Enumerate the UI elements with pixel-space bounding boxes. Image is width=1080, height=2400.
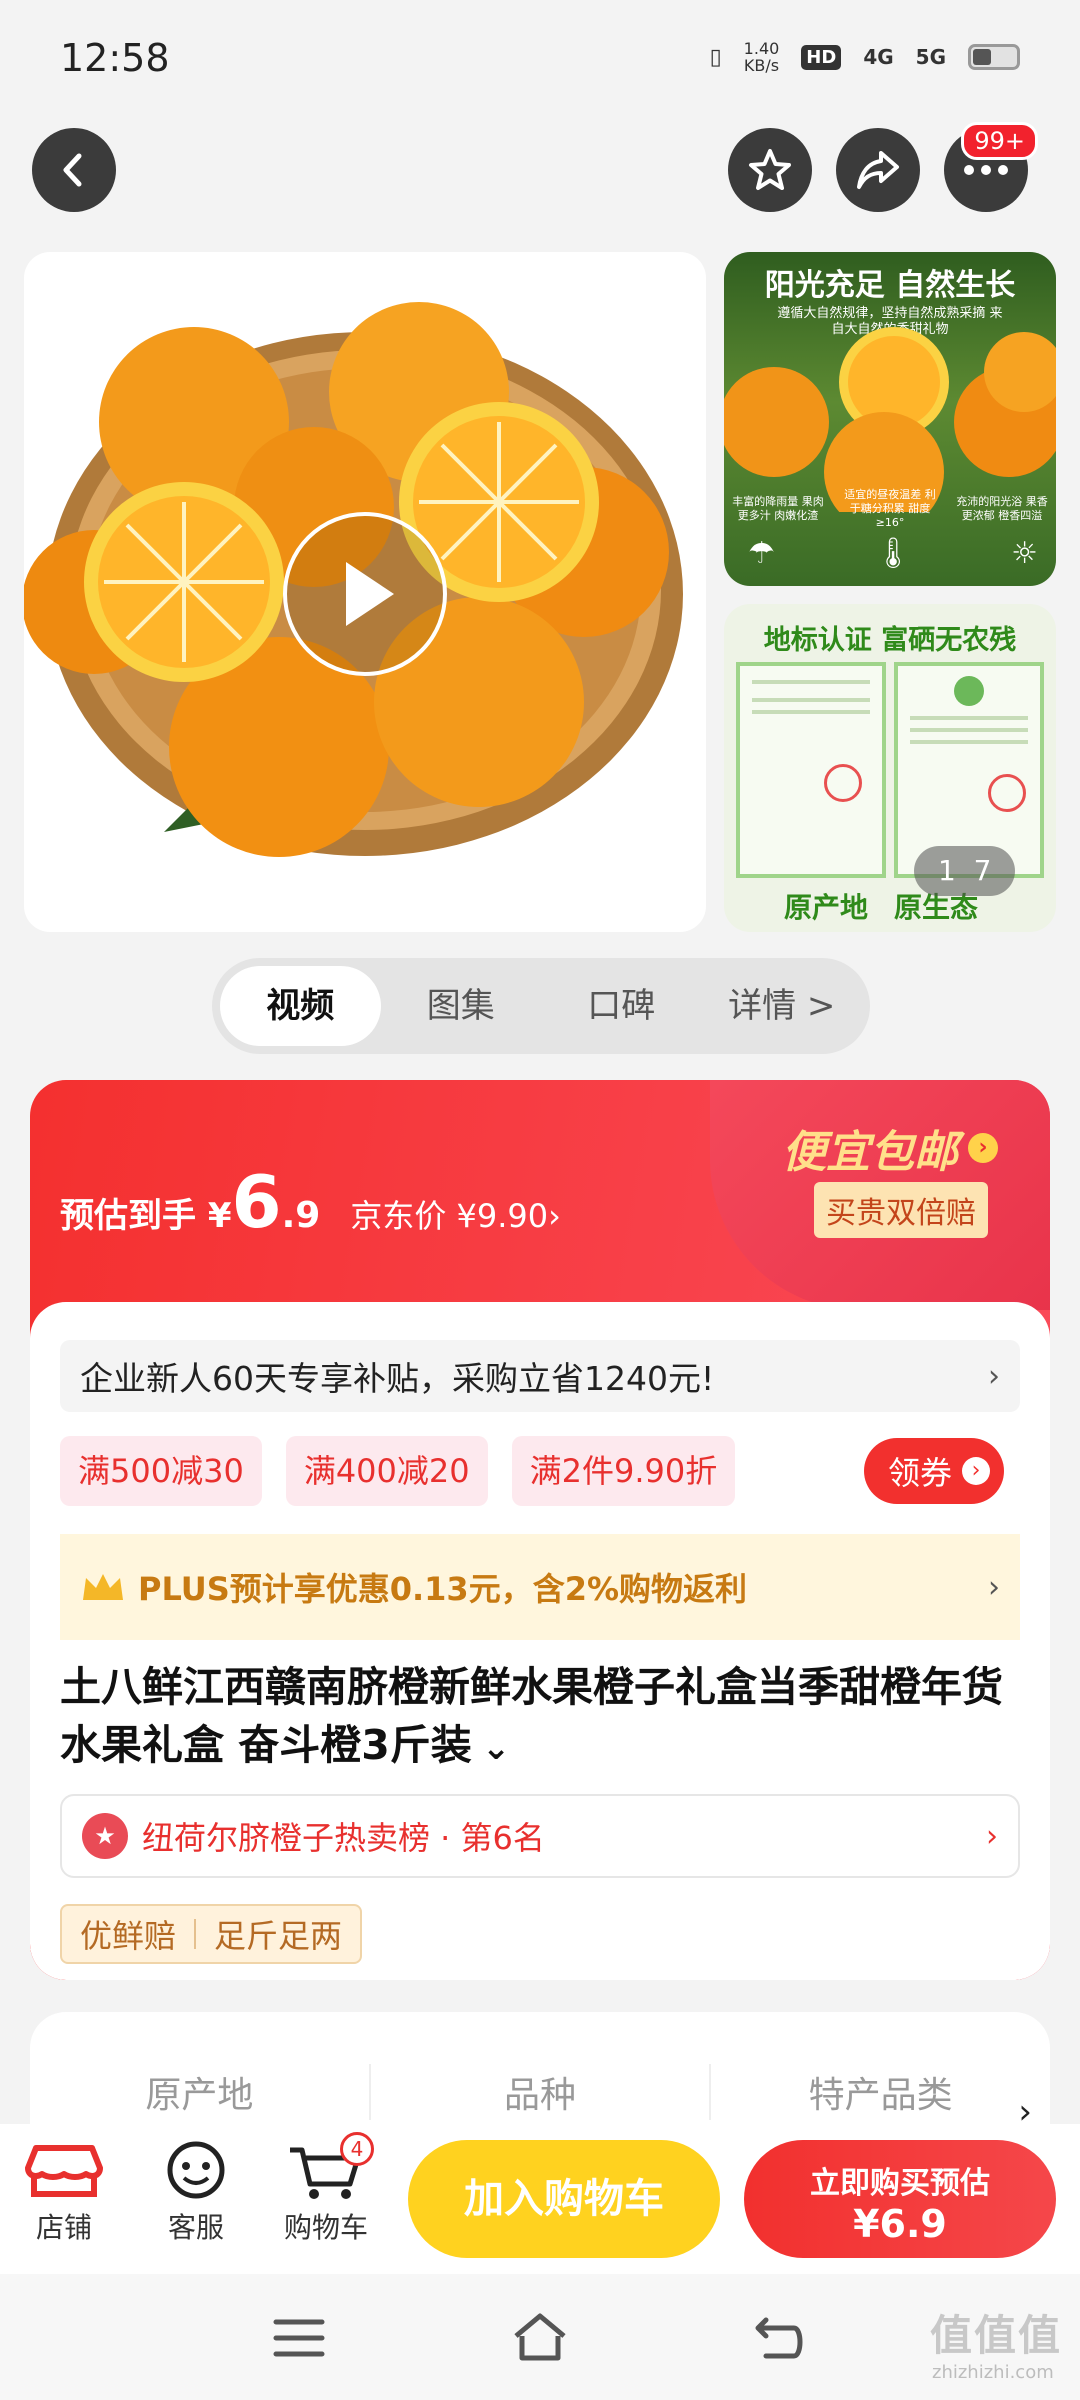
service-tags: 优鲜赔 足斤足两 (60, 1904, 363, 1964)
hd-icon: HD (801, 44, 842, 70)
spec-panel: 原产地 品种 特产品类 › (30, 2012, 1050, 2132)
thermometer-icon: 🌡 (873, 536, 913, 571)
chevron-right-icon: › (986, 1818, 998, 1854)
network-speed: 1.40 KB/s (743, 39, 780, 75)
plus-benefit-banner[interactable]: PLUS预计享优惠0.13元，含2%购物返利 › (60, 1534, 1020, 1640)
status-icons: ▯ 1.40 KB/s HD 4G 5G (710, 40, 1020, 74)
store-button[interactable]: 店铺 (14, 2138, 114, 2246)
status-time: 12:58 (60, 36, 170, 80)
estimated-price: 预估到手 ¥ 6 .9 京东价 ¥9.90› (60, 1160, 561, 1244)
share-icon (857, 151, 899, 189)
orange-basket-image (24, 302, 683, 857)
price-card: 预估到手 ¥ 6 .9 京东价 ¥9.90› 便宜包邮 › 买贵双倍赔 企业新人… (30, 1080, 1050, 1980)
coupon-chip[interactable]: 满500减30 (60, 1436, 262, 1506)
tab-gallery[interactable]: 图集 (381, 966, 542, 1046)
chevron-right-icon: › (962, 1457, 991, 1485)
coupon-chip[interactable]: 满400减20 (285, 1436, 488, 1506)
free-shipping-promo[interactable]: 便宜包邮 › (782, 1116, 998, 1180)
promo-thumb-sunshine[interactable]: 阳光充足 自然生长 遵循大自然规律，坚持自然成熟采摘 来自大自然的香甜礼物 丰富… (724, 252, 1056, 586)
back-button[interactable] (32, 128, 116, 212)
more-button[interactable]: 99+ (944, 122, 1038, 212)
cart-count-badge: 4 (340, 2132, 374, 2166)
star-icon (749, 149, 791, 190)
bottom-action-bar: 店铺 客服 购物车 4 加入购物车 立即购买预估 ¥6.9 (0, 2124, 1080, 2274)
main-video-thumb[interactable] (24, 252, 706, 932)
jd-price[interactable]: 京东价 ¥9.90› (350, 1191, 561, 1237)
ranking-banner[interactable]: ★ 纽荷尔脐橙子热卖榜 · 第6名 › (60, 1794, 1020, 1878)
orange-promo-image (724, 327, 1056, 512)
image-counter: 1 7 (914, 846, 1016, 896)
vibrate-icon: ▯ (709, 44, 722, 70)
rain-icon: ☂ (748, 536, 775, 571)
buy-now-button[interactable]: 立即购买预估 ¥6.9 (744, 2140, 1056, 2258)
sun-icon: ☼ (1011, 536, 1038, 571)
back-nav-icon[interactable] (752, 2314, 806, 2362)
status-bar: 12:58 ▯ 1.40 KB/s HD 4G 5G (0, 0, 1080, 120)
chat-face-icon (167, 2141, 225, 2199)
chevron-right-icon: › (988, 1569, 1000, 1605)
watermark-logo: 值值值 (930, 2311, 1063, 2360)
battery-icon (968, 44, 1020, 70)
home-icon[interactable] (510, 2310, 570, 2364)
more-badge: 99+ (961, 122, 1038, 160)
back-arrow-icon (63, 153, 82, 187)
price-guarantee-tag: 买贵双倍赔 (814, 1182, 988, 1238)
medal-icon: ★ (82, 1813, 128, 1859)
signal-4g-icon: 4G (863, 45, 894, 69)
menu-icon[interactable] (272, 2316, 326, 2360)
customer-service-button[interactable]: 客服 (146, 2138, 246, 2246)
coupon-list: 满500减30 满400减20 满2件9.90折 (60, 1436, 736, 1506)
product-title[interactable]: 土八鲜江西赣南脐橙新鲜水果橙子礼盒当季甜橙年货水果礼盒 奋斗橙3斤装 ⌄ (60, 1658, 1020, 1777)
get-coupon-button[interactable]: 领券 › (864, 1438, 1005, 1504)
store-icon (25, 2145, 103, 2197)
system-nav-bar: 值值值 zhizhizhi.com (0, 2274, 1080, 2400)
certificate-doc-1 (736, 662, 886, 878)
crown-icon (83, 1574, 123, 1600)
chevron-right-icon: › (968, 1133, 998, 1163)
expand-chevron-icon: ⌄ (481, 1728, 511, 1768)
tab-video[interactable]: 视频 (220, 966, 381, 1046)
tab-reviews[interactable]: 口碑 (541, 966, 702, 1046)
share-button[interactable] (836, 128, 920, 212)
watermark-url: zhizhizhi.com (932, 2362, 1054, 2383)
subsidy-banner[interactable]: 企业新人60天专享补贴，采购立省1240元! › (60, 1340, 1020, 1412)
favorite-button[interactable] (728, 128, 812, 212)
tab-details[interactable]: 详情 > (702, 966, 863, 1046)
chevron-right-icon: › (988, 1358, 1000, 1394)
promo-thumb-certificate[interactable]: 地标认证 富硒无农残 原产地 原生态 1 7 (724, 604, 1056, 932)
signal-5g-icon: 5G (915, 45, 946, 69)
cart-button[interactable]: 购物车 4 (276, 2132, 376, 2246)
offers-panel: 企业新人60天专享补贴，采购立省1240元! › 满500减30 满400减20… (30, 1302, 1050, 1980)
coupon-chip[interactable]: 满2件9.90折 (511, 1436, 736, 1506)
media-tabs: 视频 图集 口碑 详情 > (212, 958, 870, 1054)
add-to-cart-button[interactable]: 加入购物车 (408, 2140, 720, 2258)
more-dots-icon (964, 165, 1008, 175)
